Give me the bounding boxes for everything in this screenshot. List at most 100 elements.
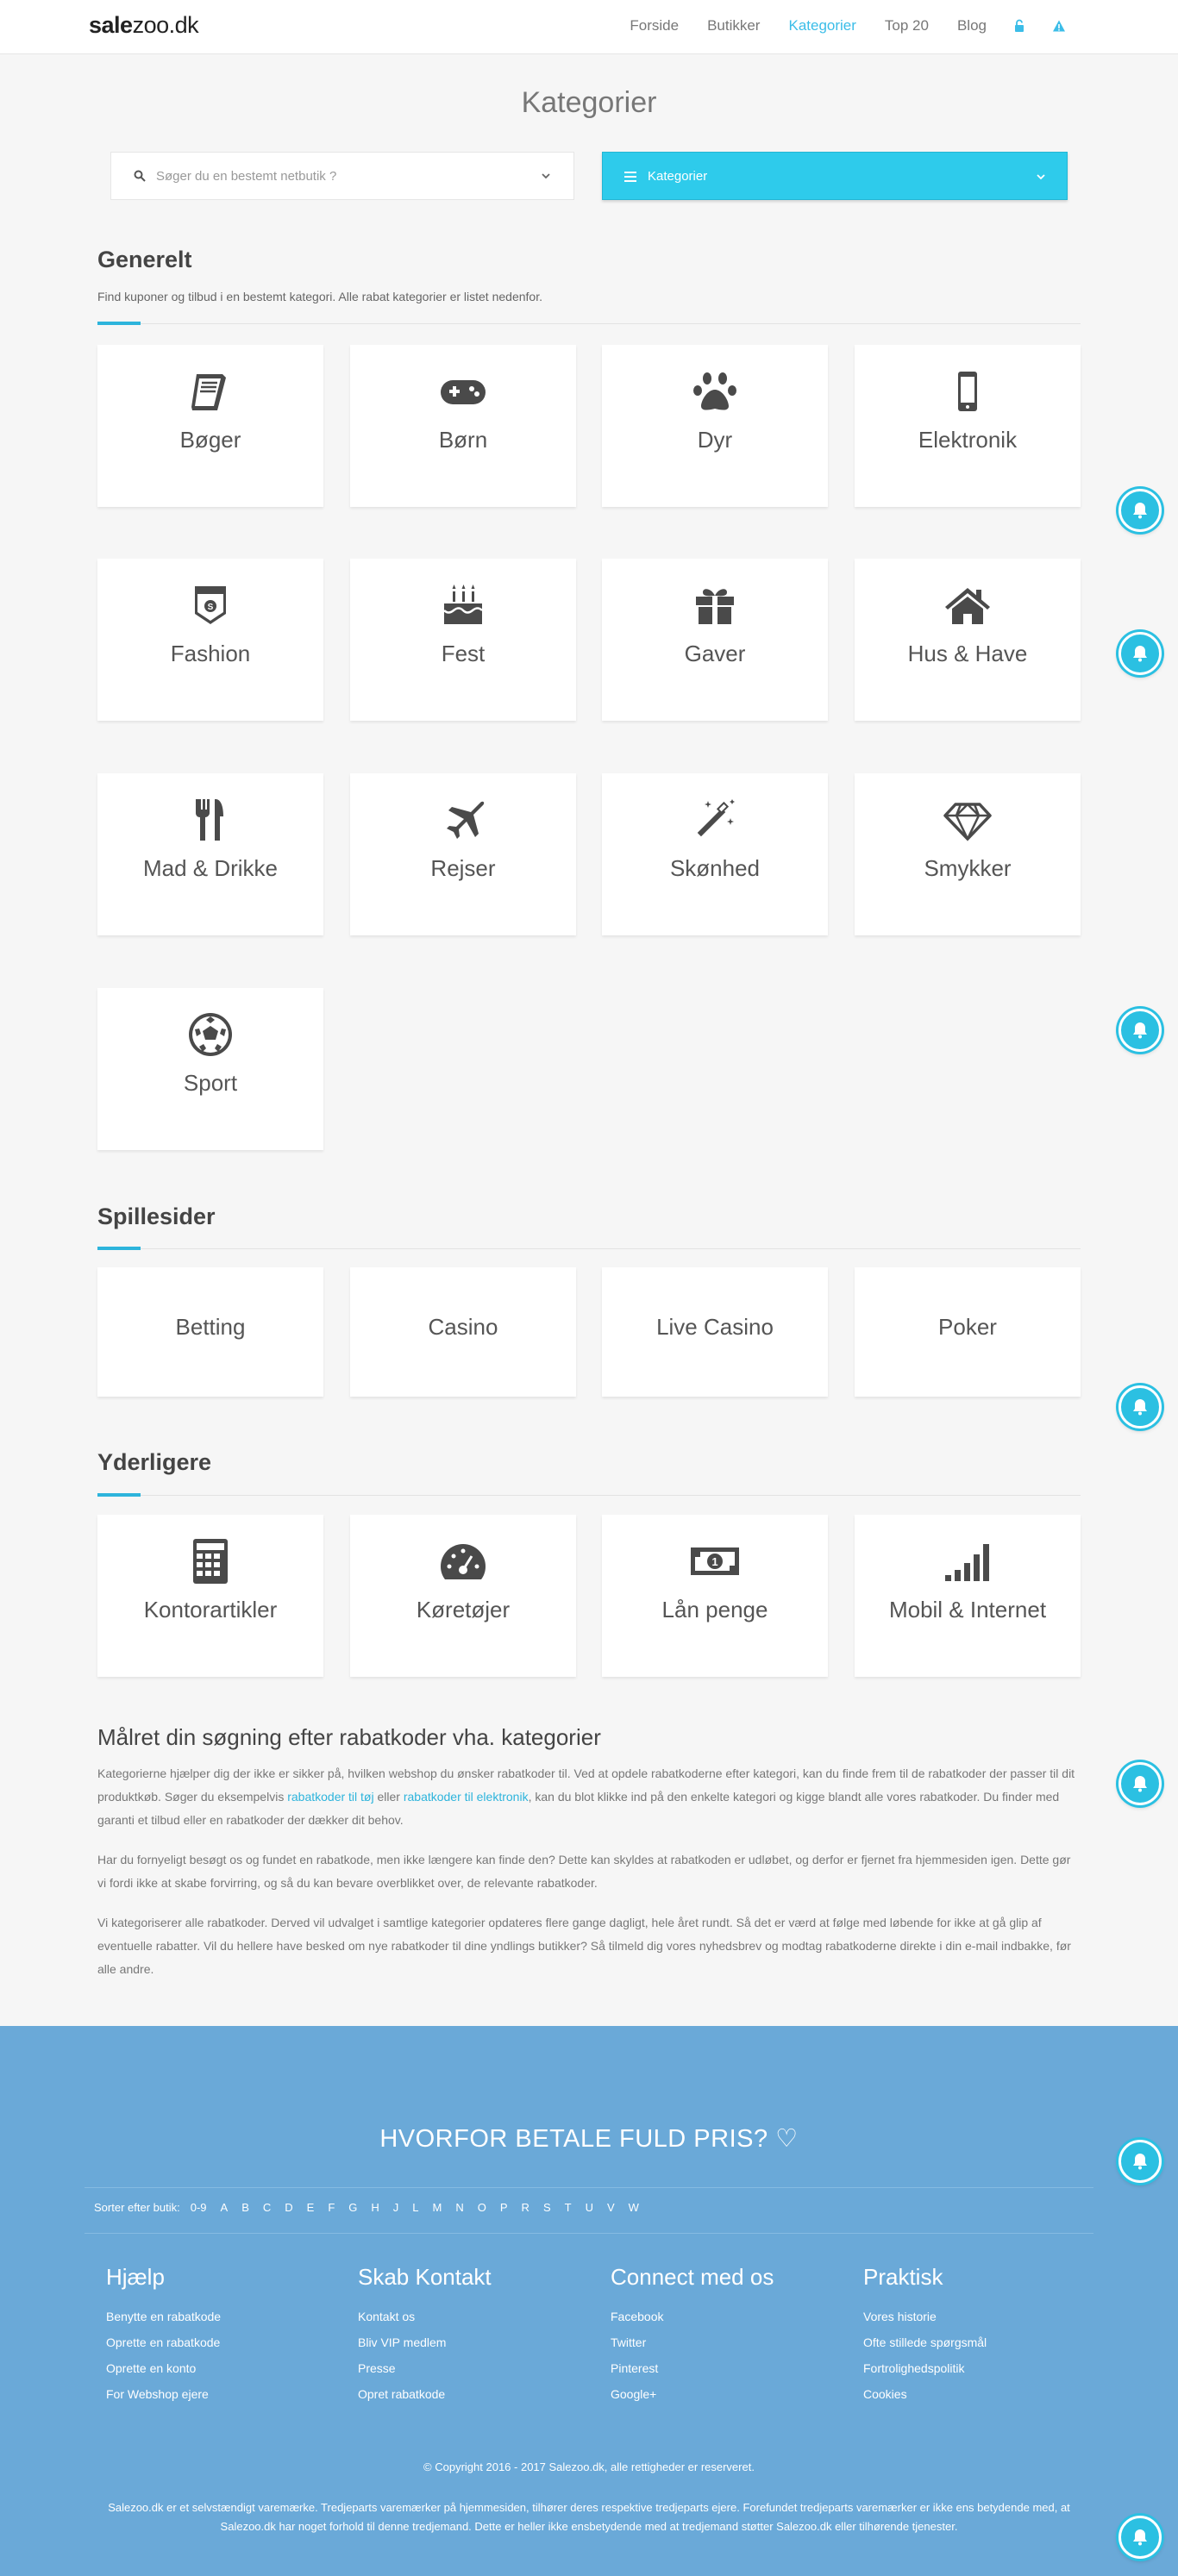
alphabet-link[interactable]: M: [433, 2201, 442, 2214]
footer-link[interactable]: Kontakt os: [358, 2310, 573, 2323]
category-card-gaver[interactable]: Gaver: [602, 559, 828, 721]
nav-kategorier[interactable]: Kategorier: [788, 17, 855, 34]
alphabet-link[interactable]: S: [543, 2201, 551, 2214]
plane-icon: [350, 794, 576, 846]
category-label: Dyr: [697, 427, 733, 453]
notification-bell-button[interactable]: [1118, 2516, 1162, 2559]
footer-link[interactable]: Oprette en rabatkode: [106, 2335, 322, 2349]
section-title-yderligere: Yderligere: [97, 1449, 212, 1475]
alphabet-link[interactable]: U: [586, 2201, 593, 2214]
notification-bell-button[interactable]: [1118, 1009, 1162, 1052]
category-label: Hus & Have: [907, 641, 1028, 666]
link-rabatkoder-elektronik[interactable]: rabatkoder til elektronik: [404, 1790, 529, 1804]
store-alphabet-filter: Sorter efter butik: 0-9 A B C D E F G H …: [94, 2201, 653, 2214]
alphabet-link[interactable]: G: [348, 2201, 357, 2214]
alphabet-link[interactable]: D: [285, 2201, 292, 2214]
footer-link[interactable]: Ofte stillede spørgsmål: [863, 2335, 1079, 2349]
alphabet-link[interactable]: C: [263, 2201, 271, 2214]
footer-column-title: Hjælp: [106, 2264, 165, 2290]
alphabet-link[interactable]: R: [522, 2201, 529, 2214]
chevron-down-icon: [541, 170, 551, 185]
category-card-fest[interactable]: Fest: [350, 559, 576, 721]
notification-bell-button[interactable]: [1118, 489, 1162, 532]
category-label: Køretøjer: [416, 1597, 511, 1623]
alphabet-link[interactable]: E: [307, 2201, 315, 2214]
section-divider: [97, 1247, 1081, 1250]
footer-link[interactable]: Presse: [358, 2361, 573, 2375]
nav-top20[interactable]: Top 20: [885, 17, 929, 34]
notification-bell-button[interactable]: [1118, 1762, 1162, 1805]
category-card-smykker[interactable]: Smykker: [855, 773, 1081, 935]
section-subtitle-generelt: Find kuponer og tilbud i en bestemt kate…: [97, 290, 542, 303]
alphabet-link[interactable]: H: [371, 2201, 379, 2214]
footer-link[interactable]: Google+: [611, 2387, 826, 2401]
footer-link[interactable]: Facebook: [611, 2310, 826, 2323]
alphabet-link[interactable]: V: [607, 2201, 615, 2214]
nav-forside[interactable]: Forside: [630, 17, 679, 34]
footer-link[interactable]: Opret rabatkode: [358, 2387, 573, 2401]
alphabet-link[interactable]: T: [565, 2201, 572, 2214]
category-card-sport[interactable]: Sport: [97, 988, 323, 1150]
category-card-poker[interactable]: Poker: [855, 1267, 1081, 1397]
category-card-laan-penge[interactable]: 1 Lån penge: [602, 1515, 828, 1677]
footer-link[interactable]: Cookies: [863, 2387, 1079, 2401]
category-card-mobil-internet[interactable]: Mobil & Internet: [855, 1515, 1081, 1677]
warning-icon[interactable]: [1052, 19, 1066, 33]
category-card-dyr[interactable]: Dyr: [602, 345, 828, 507]
alphabet-link[interactable]: W: [629, 2201, 639, 2214]
alphabet-link[interactable]: B: [241, 2201, 249, 2214]
category-label: Smykker: [924, 855, 1012, 881]
category-card-betting[interactable]: Betting: [97, 1267, 323, 1397]
nav-butikker[interactable]: Butikker: [707, 17, 760, 34]
mobile-icon: [855, 366, 1081, 417]
store-search[interactable]: [110, 152, 574, 200]
category-card-mad-drikke[interactable]: Mad & Drikke: [97, 773, 323, 935]
category-card-koretojer[interactable]: Køretøjer: [350, 1515, 576, 1677]
site-footer: HVORFOR BETALE FULD PRIS? ♡ Sorter efter…: [0, 2026, 1178, 2576]
book-icon: [97, 366, 323, 417]
category-card-boger[interactable]: Bøger: [97, 345, 323, 507]
category-card-rejser[interactable]: Rejser: [350, 773, 576, 935]
unlock-icon[interactable]: [1012, 19, 1026, 33]
page-title: Kategorier: [521, 86, 657, 119]
notification-bell-button[interactable]: [1118, 632, 1162, 675]
category-card-live-casino[interactable]: Live Casino: [602, 1267, 828, 1397]
footer-link[interactable]: Benytte en rabatkode: [106, 2310, 322, 2323]
alphabet-link[interactable]: 0-9: [191, 2201, 207, 2214]
alphabet-link[interactable]: O: [478, 2201, 486, 2214]
footer-link[interactable]: Twitter: [611, 2335, 826, 2349]
footer-link[interactable]: Vores historie: [863, 2310, 1079, 2323]
svg-text:1: 1: [711, 1555, 717, 1568]
search-input[interactable]: [156, 153, 536, 199]
alphabet-link[interactable]: L: [412, 2201, 418, 2214]
notification-bell-button[interactable]: [1118, 1385, 1162, 1429]
alphabet-link[interactable]: F: [328, 2201, 335, 2214]
footer-link[interactable]: Pinterest: [611, 2361, 826, 2375]
notification-bell-button[interactable]: [1118, 2140, 1162, 2183]
link-rabatkoder-toj[interactable]: rabatkoder til tøj: [287, 1790, 373, 1804]
bell-icon: [1133, 2154, 1147, 2170]
footer-link[interactable]: Fortrolighedspolitik: [863, 2361, 1079, 2375]
category-label: Børn: [438, 427, 488, 453]
alphabet-link[interactable]: N: [455, 2201, 463, 2214]
category-card-hus-have[interactable]: Hus & Have: [855, 559, 1081, 721]
footer-link[interactable]: For Webshop ejere: [106, 2387, 322, 2401]
category-card-born[interactable]: Børn: [350, 345, 576, 507]
category-card-fashion[interactable]: S Fashion: [97, 559, 323, 721]
alphabet-link[interactable]: P: [500, 2201, 508, 2214]
main-nav: Forside Butikker Kategorier Top 20 Blog: [601, 17, 1066, 34]
category-card-skonhed[interactable]: Skønhed: [602, 773, 828, 935]
footer-column-title: Praktisk: [863, 2264, 943, 2290]
alphabet-link[interactable]: J: [393, 2201, 399, 2214]
category-card-casino[interactable]: Casino: [350, 1267, 576, 1397]
footer-link[interactable]: Bliv VIP medlem: [358, 2335, 573, 2349]
category-card-elektronik[interactable]: Elektronik: [855, 345, 1081, 507]
site-logo[interactable]: salezoo.dk: [89, 12, 199, 39]
category-card-kontorartikler[interactable]: Kontorartikler: [97, 1515, 323, 1677]
gamepad-icon: [350, 366, 576, 417]
footer-link[interactable]: Oprette en konto: [106, 2361, 322, 2375]
nav-blog[interactable]: Blog: [957, 17, 987, 34]
alphabet-link[interactable]: A: [221, 2201, 229, 2214]
signal-icon: [855, 1535, 1081, 1587]
category-dropdown[interactable]: Kategorier: [602, 152, 1068, 200]
